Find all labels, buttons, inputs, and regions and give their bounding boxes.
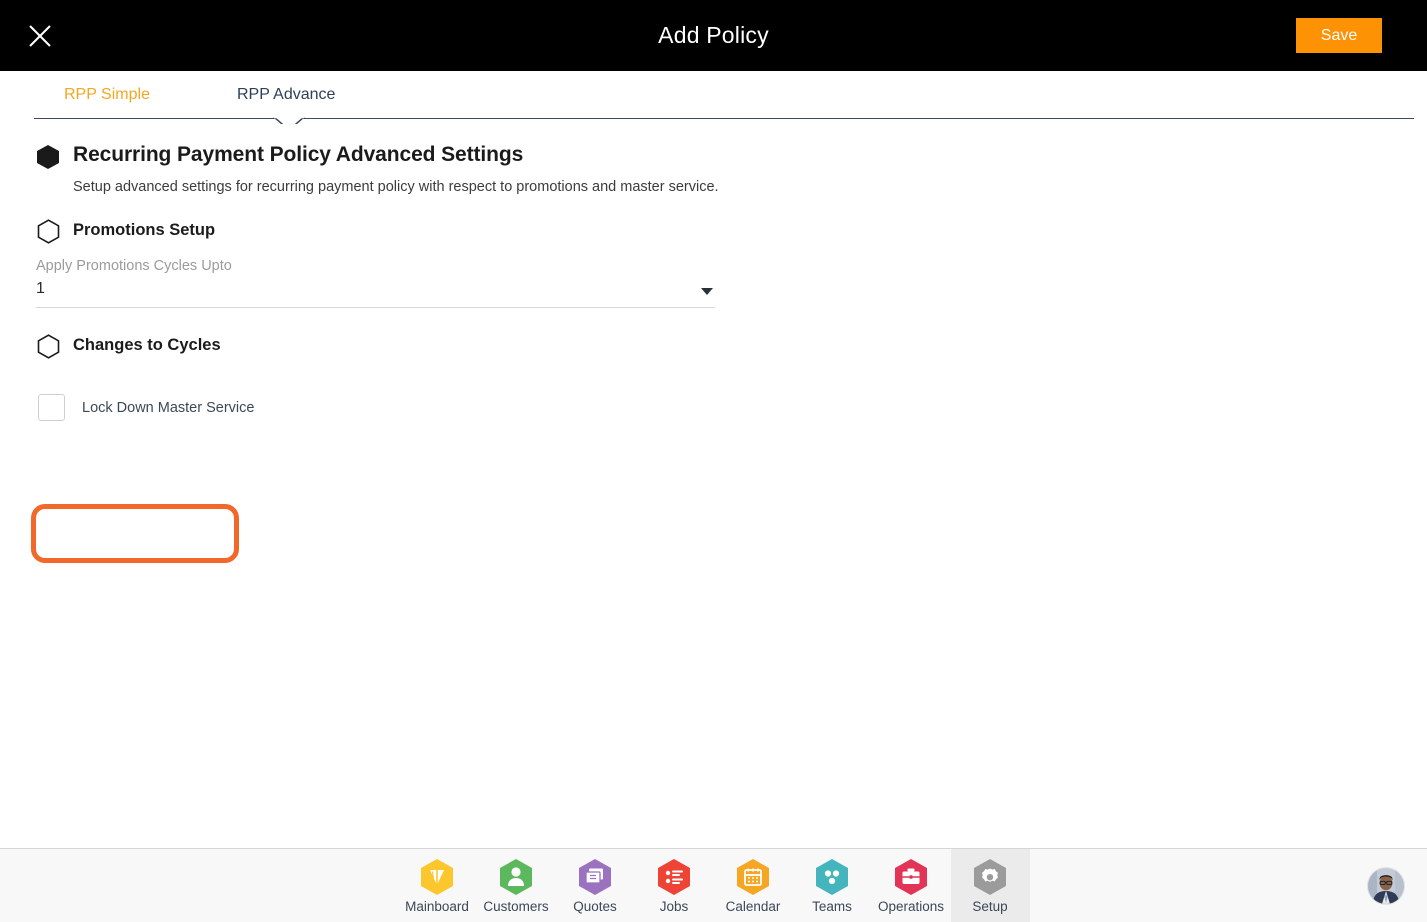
- gear-icon: [974, 859, 1006, 895]
- lock-down-master-service-row[interactable]: Lock Down Master Service: [38, 394, 254, 421]
- apply-promotions-cycles-select[interactable]: Apply Promotions Cycles Upto 1: [36, 258, 715, 308]
- user-avatar[interactable]: [1367, 867, 1405, 905]
- save-button[interactable]: Save: [1296, 18, 1382, 53]
- bottom-navigation: Mainboard Customers Quotes Jobs Calendar…: [0, 848, 1427, 922]
- nav-item-setup[interactable]: Setup: [950, 849, 1030, 922]
- app-header: Add Policy Save: [0, 0, 1427, 71]
- nav-label: Operations: [877, 899, 945, 914]
- chevron-down-icon[interactable]: [701, 288, 713, 295]
- section-subtitle: Setup advanced settings for recurring pa…: [73, 179, 719, 195]
- close-icon[interactable]: [22, 18, 58, 54]
- nav-item-quotes[interactable]: Quotes: [556, 849, 635, 922]
- nav-label: Teams: [812, 899, 852, 914]
- customers-icon: [500, 859, 532, 895]
- section-label-changes-to-cycles: Changes to Cycles: [73, 336, 221, 354]
- tab-underline: [34, 118, 1414, 119]
- checkbox-label: Lock Down Master Service: [82, 399, 255, 416]
- nav-item-calendar[interactable]: Calendar: [714, 849, 793, 922]
- nav-label: Mainboard: [405, 899, 469, 914]
- teams-icon: [816, 859, 848, 895]
- quotes-icon: [579, 859, 611, 895]
- section-title: Recurring Payment Policy Advanced Settin…: [73, 143, 524, 166]
- nav-label: Setup: [972, 899, 1008, 914]
- nav-item-teams[interactable]: Teams: [793, 849, 872, 922]
- tab-bar: RPP Simple RPP Advance: [0, 71, 1427, 121]
- nav-item-jobs[interactable]: Jobs: [635, 849, 714, 922]
- mainboard-icon: [421, 859, 453, 895]
- page-title: Add Policy: [658, 22, 769, 48]
- select-underline: [36, 307, 715, 308]
- hexagon-filled-icon: [36, 144, 60, 170]
- nav-label: Quotes: [573, 899, 617, 914]
- add-policy-screen: Add Policy Save RPP Simple RPP Advance R…: [0, 0, 1427, 922]
- nav-label: Jobs: [659, 899, 689, 914]
- operations-icon: [895, 859, 927, 895]
- lock-down-master-service-checkbox[interactable]: [38, 394, 65, 421]
- nav-label: Customers: [483, 899, 549, 914]
- highlight-annotation: [31, 504, 239, 563]
- section-label-promotions-setup: Promotions Setup: [73, 221, 216, 239]
- nav-item-mainboard[interactable]: Mainboard: [398, 849, 477, 922]
- select-label: Apply Promotions Cycles Upto: [36, 258, 232, 274]
- calendar-icon: [737, 859, 769, 895]
- hexagon-outline-icon-cycles: [37, 334, 60, 359]
- tab-rpp-advance[interactable]: RPP Advance: [237, 71, 335, 119]
- jobs-icon: [658, 859, 690, 895]
- nav-item-customers[interactable]: Customers: [477, 849, 556, 922]
- nav-item-operations[interactable]: Operations: [872, 849, 951, 922]
- hexagon-outline-icon-promotions: [37, 219, 60, 244]
- nav-label: Calendar: [725, 899, 781, 914]
- main-content: Recurring Payment Policy Advanced Settin…: [0, 124, 1427, 848]
- select-value: 1: [36, 280, 45, 297]
- tab-rpp-simple[interactable]: RPP Simple: [64, 71, 150, 119]
